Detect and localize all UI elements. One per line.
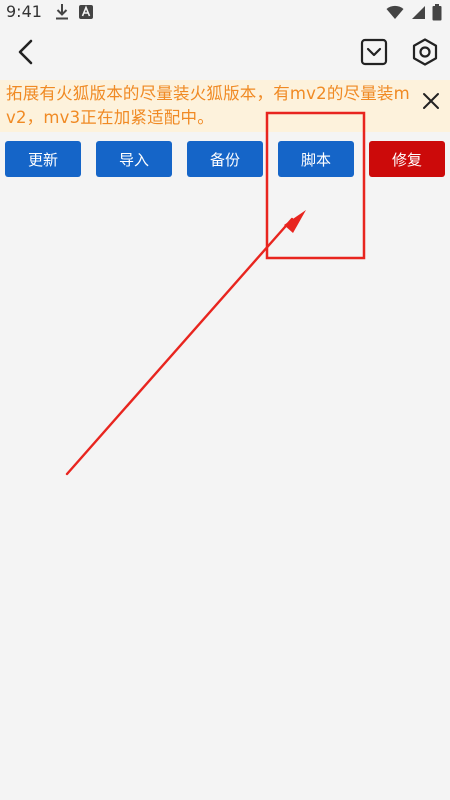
script-button[interactable]: 脚本 (278, 141, 354, 177)
app-a-icon (78, 3, 94, 25)
status-left-icons (54, 3, 94, 25)
notice-close-button[interactable] (418, 88, 444, 114)
download-icon (54, 3, 70, 25)
annotation-arrow-head (284, 210, 306, 233)
settings-icon (412, 38, 438, 66)
wifi-icon (386, 5, 404, 24)
close-icon (423, 93, 439, 109)
settings-button[interactable] (407, 34, 443, 70)
annotation-arrow-line (65, 217, 294, 476)
annotation-highlight-box (265, 111, 366, 260)
update-button[interactable]: 更新 (5, 141, 81, 177)
notice-text: 拓展有火狐版本的尽量装火狐版本，有mv2的尽量装mv2，mv3正在加紧适配中。 (6, 84, 410, 127)
nav-bar (0, 24, 450, 80)
notice-icon (360, 38, 388, 66)
back-arrow-icon (18, 39, 33, 65)
back-button[interactable] (8, 34, 44, 70)
notice-banner: 拓展有火狐版本的尽量装火狐版本，有mv2的尽量装mv2，mv3正在加紧适配中。 (0, 80, 450, 132)
backup-button[interactable]: 备份 (187, 141, 263, 177)
notice-button[interactable] (356, 34, 392, 70)
status-bar: 9:41 (0, 0, 450, 24)
repair-button[interactable]: 修复 (369, 141, 445, 177)
battery-icon (432, 4, 442, 25)
cellular-icon (410, 5, 426, 24)
import-button[interactable]: 导入 (96, 141, 172, 177)
status-right-icons (386, 4, 442, 25)
status-time: 9:41 (6, 2, 42, 21)
